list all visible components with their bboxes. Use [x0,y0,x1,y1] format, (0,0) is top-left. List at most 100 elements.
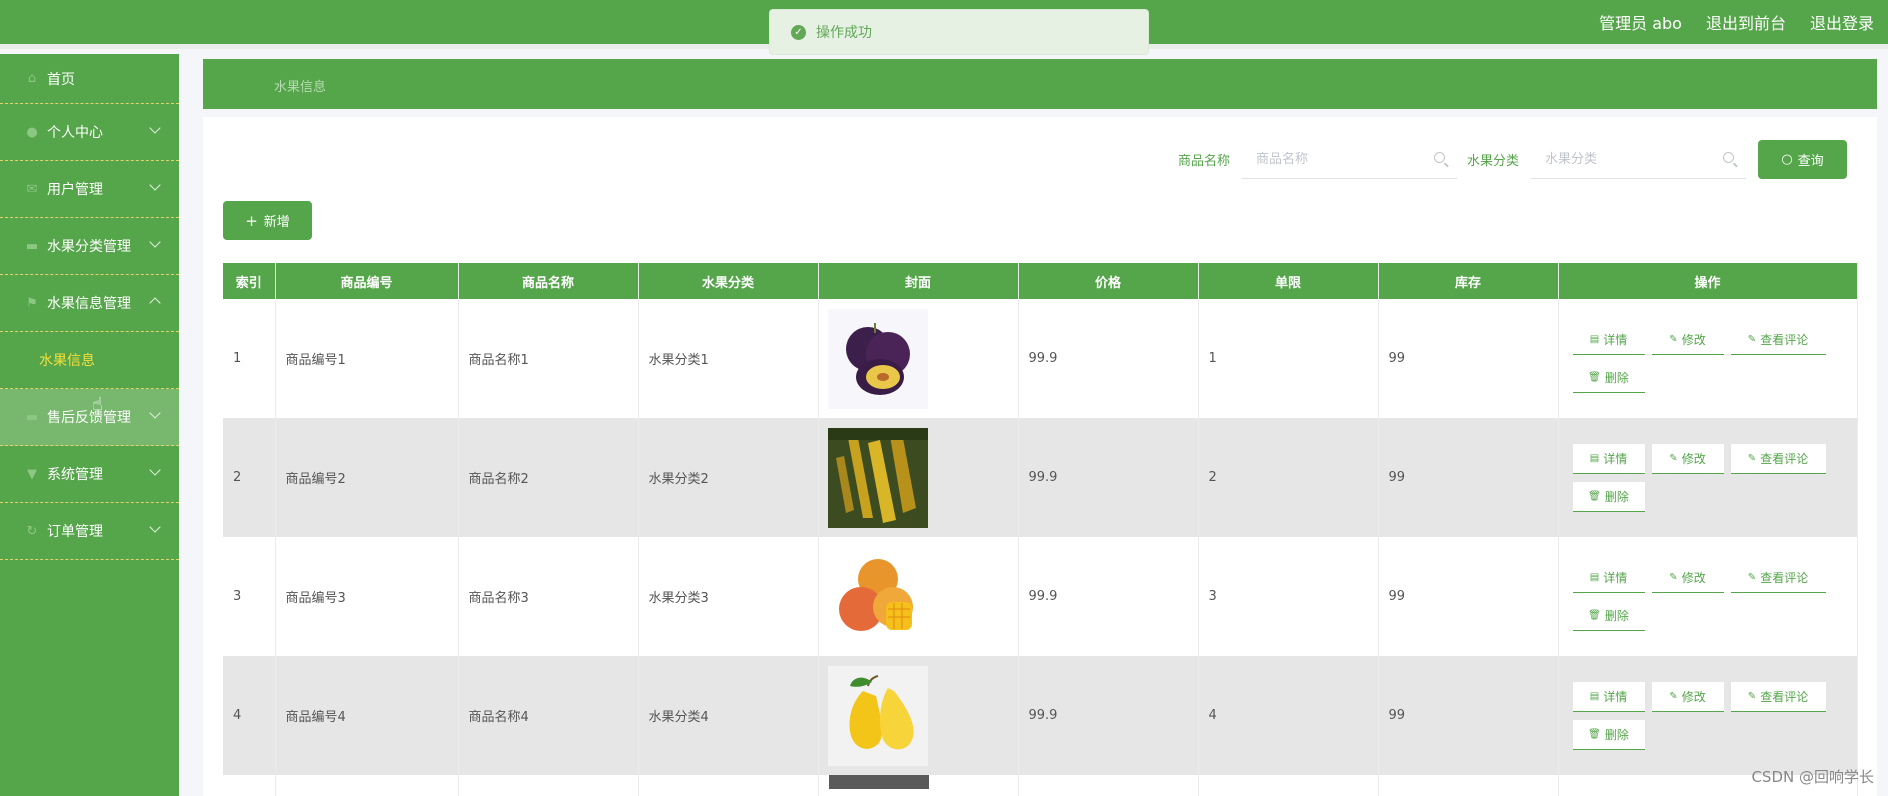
view-comments-button[interactable]: ✎ 查看评论 [1730,562,1826,593]
view-comments-button[interactable]: ✎ 查看评论 [1730,681,1826,712]
price-cell: 99.9 [1018,418,1199,537]
search-icon [1433,152,1445,163]
delete-button[interactable]: 🗑 删除 [1572,719,1645,750]
document-icon: ▤ [1589,571,1600,583]
sidebar-item-feedback[interactable]: ▬ 售后反馈管理 [0,389,179,446]
detail-button[interactable]: ▤ 详情 [1572,562,1645,593]
detail-button[interactable]: ▤ 详情 [1572,324,1645,355]
index-cell: 2 [223,418,276,537]
sidebar-item-label: 用户管理 [47,182,103,198]
message-icon: ▬ [25,409,39,425]
sidebar: ⌂ 首页 ● 个人中心 ✉ 用户管理 ▬ 水果分类管理 ⚑ 水果信息管理 水果信… [0,54,179,796]
sidebar-item-home[interactable]: ⌂ 首页 [0,54,179,104]
column-header[interactable]: 水果分类 [638,263,819,299]
logout-link[interactable]: 退出登录 [1810,10,1874,34]
pencil-icon: ✎ [1747,333,1757,345]
delete-label: 删除 [1604,489,1629,504]
pencil-icon: ✎ [1669,452,1678,464]
comments-label: 查看评论 [1760,332,1809,347]
sidebar-item-orders[interactable]: ↻ 订单管理 [0,503,179,560]
category-cell: 水果分类4 [638,656,819,775]
delete-button[interactable]: 🗑 删除 [1572,600,1645,631]
column-header[interactable]: 操作 [1558,263,1858,299]
edit-button[interactable]: ✎ 修改 [1651,443,1724,474]
delete-label: 删除 [1604,370,1629,385]
edit-button[interactable]: ✎ 修改 [1651,681,1724,712]
cover-cell [818,418,1019,537]
detail-button[interactable]: ▤ 详情 [1572,443,1645,474]
column-header[interactable]: 封面 [818,263,1019,299]
detail-button[interactable]: ▤ 详情 [1572,681,1645,712]
sidebar-subitem-fruit-info[interactable]: 水果信息 [0,332,179,389]
cup-icon: ▼ [27,466,37,482]
fruit-category-input[interactable] [1531,140,1746,178]
pencil-icon: ✎ [1747,452,1757,464]
sidebar-item-label: 订单管理 [47,524,103,540]
table-row [223,775,1858,796]
stock-cell: 99 [1378,418,1559,537]
pear-cover-image[interactable] [827,665,928,766]
column-header[interactable]: 商品名称 [458,263,639,299]
name-cell: 商品名称4 [458,656,639,775]
comments-label: 查看评论 [1760,570,1809,585]
search-icon [1723,152,1734,163]
name-cell: 商品名称1 [458,299,639,418]
exit-to-front-link[interactable]: 退出到前台 [1706,10,1786,34]
watermark: CSDN @回响学长 [1751,768,1874,786]
pencil-icon: ✎ [1669,690,1678,702]
chevron-up-icon [149,297,161,309]
starfruit-cover-image[interactable] [827,427,928,528]
limit-cell: 3 [1198,537,1379,656]
stock-cell: 99 [1378,537,1559,656]
admin-user[interactable]: 管理员 abo [1599,10,1682,34]
view-comments-button[interactable]: ✎ 查看评论 [1730,324,1826,355]
column-header[interactable]: 库存 [1378,263,1559,299]
name-cell: 商品名称2 [458,418,639,537]
product-name-input[interactable] [1241,140,1457,178]
view-comments-button[interactable]: ✎ 查看评论 [1730,443,1826,474]
comments-label: 查看评论 [1760,451,1809,466]
column-header[interactable]: 单限 [1198,263,1379,299]
document-icon: ▤ [1589,333,1600,345]
sidebar-item-fruit-category[interactable]: ▬ 水果分类管理 [0,218,179,275]
edit-label: 修改 [1681,451,1706,466]
pencil-icon: ✎ [1669,571,1678,583]
name-cell: 商品名称3 [458,537,639,656]
sidebar-item-users[interactable]: ✉ 用户管理 [0,161,179,218]
query-button[interactable]: ○ 查询 [1758,140,1847,179]
sidebar-item-profile[interactable]: ● 个人中心 [0,104,179,161]
edit-button[interactable]: ✎ 修改 [1651,324,1724,355]
home-icon: ⌂ [27,71,37,86]
edit-button[interactable]: ✎ 修改 [1651,562,1724,593]
plus-icon: + [245,211,258,230]
sidebar-item-label: 售后反馈管理 [47,410,131,426]
detail-label: 详情 [1603,570,1628,585]
plum-cover-image[interactable] [827,308,928,409]
column-header[interactable]: 索引 [223,263,276,299]
breadcrumb-bar: 水果信息 [203,59,1877,109]
delete-button[interactable]: 🗑 删除 [1572,481,1645,512]
add-button[interactable]: + 新增 [223,201,312,240]
delete-button[interactable]: 🗑 删除 [1572,362,1645,393]
index-cell: 4 [223,656,276,775]
delete-label: 删除 [1604,608,1629,623]
chevron-down-icon [149,122,161,134]
index-cell: 1 [223,299,276,418]
sidebar-item-system[interactable]: ▼ 系统管理 [0,446,179,503]
code-cell: 商品编号1 [275,299,459,418]
fruit-category-field [1531,140,1746,179]
category-cell: 水果分类3 [638,537,819,656]
column-header[interactable]: 商品编号 [275,263,459,299]
column-header[interactable]: 价格 [1018,263,1199,299]
chevron-down-icon [149,464,161,476]
breadcrumb[interactable]: 水果信息 [274,76,326,95]
mango-cover-image[interactable] [827,546,928,647]
sidebar-item-fruit-info[interactable]: ⚑ 水果信息管理 [0,275,179,332]
hand-cursor-icon: ☝ [92,394,103,415]
document-icon: ▤ [1589,452,1600,464]
search-form: 商品名称 水果分类 ○ 查询 [1178,140,1847,179]
header-actions: 管理员 abo 退出到前台 退出登录 [1599,10,1874,34]
fruit-table: 索引 商品编号 商品名称 水果分类 封面 价格 单限 库存 操作 1 商品编号1… [223,263,1858,796]
pencil-icon: ✎ [1747,690,1757,702]
code-cell: 商品编号3 [275,537,459,656]
